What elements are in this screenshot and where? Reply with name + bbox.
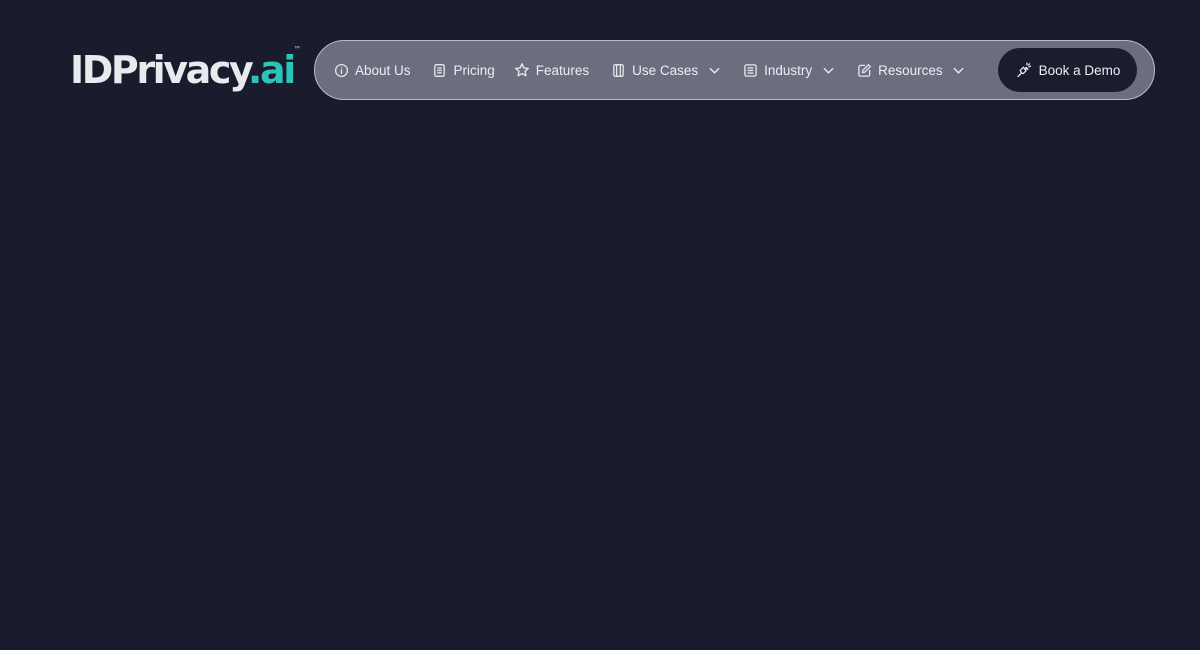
nav-item-features[interactable]: Features [514,55,589,85]
nav-item-label: Pricing [453,62,495,78]
chevron-down-icon [707,63,721,77]
notebook-icon [610,62,626,78]
chevron-down-icon [952,63,966,77]
nav-item-label: Industry [764,62,813,78]
brand-logo[interactable]: IDPrivacy.ai ™ [70,40,300,100]
nav-item-label: Features [535,62,590,78]
nav-item-industry[interactable]: Industry [742,55,835,85]
main-nav: About Us Pricing Features Use Cases Indu… [314,40,1155,100]
book-demo-button[interactable]: Book a Demo [998,48,1137,92]
nav-item-use-cases[interactable]: Use Cases [610,55,721,85]
logo-accent-text: .ai [247,48,296,92]
nav-item-label: Use Cases [632,62,699,78]
sparkle-hand-icon [1015,61,1033,79]
nav-item-resources[interactable]: Resources [856,55,966,85]
chevron-down-icon [821,63,835,77]
logo-main-text: IDPrivacy [70,48,250,92]
page: IDPrivacy.ai ™ About Us Pricing Features… [0,0,1200,650]
logo-trademark: ™ [293,46,300,52]
nav-item-about-us[interactable]: About Us [333,55,411,85]
document-icon [432,62,448,78]
book-demo-label: Book a Demo [1038,62,1121,78]
star-icon [514,62,530,78]
list-icon [742,62,758,78]
nav-item-pricing[interactable]: Pricing [432,55,495,85]
logo-wordmark: IDPrivacy.ai [70,48,296,92]
edit-icon [856,62,872,78]
nav-item-label: Resources [878,62,943,78]
info-circle-icon [333,62,349,78]
nav-item-label: About Us [355,62,411,78]
